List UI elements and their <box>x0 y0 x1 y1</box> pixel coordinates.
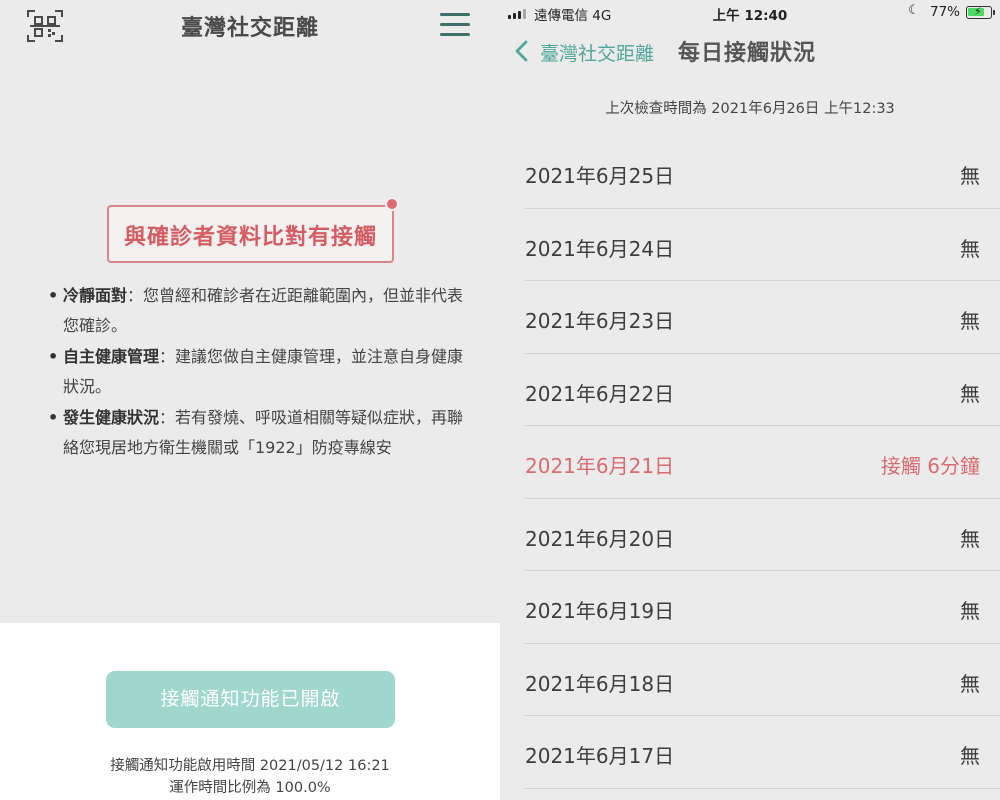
day-date: 2021年6月23日 <box>525 309 675 333</box>
notification-panel: 接觸通知功能已開啟 接觸通知功能啟用時間 2021/05/12 16:21 運作… <box>0 623 500 800</box>
day-status: 無 <box>960 599 980 623</box>
clock: 上午 12:40 <box>712 8 788 24</box>
alert-dot-icon <box>385 197 399 211</box>
list-item[interactable]: 2021年6月25日 無 <box>500 136 1000 209</box>
daily-contact-list: 2021年6月25日無 2021年6月24日無 2021年6月23日無 2021年6月… <box>500 136 1000 789</box>
status-bar: 遠傳電信 4G 上午 12:40 ☾ 77% ⚡ <box>500 0 1000 28</box>
chevron-left-icon <box>515 40 528 62</box>
list-item[interactable]: 2021年6月17日 無 <box>500 716 1000 789</box>
day-status: 接觸 6分鐘 <box>880 454 980 478</box>
last-check-time: 上次檢查時間為 2021年6月26日 上午12:33 <box>605 101 895 117</box>
list-item[interactable]: 2021年6月23日 無 <box>500 281 1000 354</box>
home-screen: 臺灣社交距離 與確診者資料比對有接觸 • 冷靜面對：您曾經和確診者在近距離範圍內… <box>0 0 500 800</box>
tip-title: 冷靜面對 <box>63 286 128 305</box>
list-item[interactable]: 2021年6月18日 無 <box>500 644 1000 716</box>
tip-symptoms: • 發生健康狀況：若有發燒、呼吸道相關等疑似症狀，再聯絡您現居地方衛生機關或「1… <box>48 408 464 457</box>
day-date: 2021年6月20日 <box>525 526 675 551</box>
list-item[interactable]: 2021年6月22日 無 <box>500 354 1000 426</box>
page-title: 每日接觸狀況 <box>678 41 817 66</box>
day-status: 無 <box>960 526 980 551</box>
day-date: 2021年6月17日 <box>525 744 675 768</box>
day-status: 無 <box>960 236 980 261</box>
contact-alert-text: 與確診者資料比對有接觸 <box>123 225 377 250</box>
tip-calm: • 冷靜面對：您曾經和確診者在近距離範圍內，但並非代表您確診。 <box>48 286 464 335</box>
app-title: 臺灣社交距離 <box>180 16 319 41</box>
day-date: 2021年6月22日 <box>525 381 675 406</box>
battery-percent: 77% <box>930 4 961 20</box>
back-label: 臺灣社交距離 <box>540 43 655 65</box>
day-date: 2021年6月25日 <box>525 164 675 188</box>
list-item[interactable]: 2021年6月19日 無 <box>500 571 1000 644</box>
list-item[interactable]: 2021年6月21日 接觸 6分鐘 <box>500 426 1000 499</box>
tip-title: 發生健康狀況 <box>63 408 160 427</box>
day-date: 2021年6月24日 <box>525 236 675 261</box>
qr-code-icon[interactable] <box>26 8 64 44</box>
day-status: 無 <box>960 164 980 188</box>
divider <box>525 787 1000 789</box>
charging-bolt-icon: ⚡ <box>974 5 982 18</box>
contact-alert-badge: 與確診者資料比對有接觸 <box>107 205 394 263</box>
day-date: 2021年6月21日 <box>525 454 675 478</box>
run-ratio-text: 運作時間比例為 100.0% <box>169 780 331 796</box>
tip-self-health: • 自主健康管理：建議您做自主健康管理，並注意自身健康狀況。 <box>48 347 464 396</box>
day-status: 無 <box>960 381 980 406</box>
daily-contact-screen: 遠傳電信 4G 上午 12:40 ☾ 77% ⚡ 臺灣社交距離 每日接觸狀況 上… <box>500 0 1000 800</box>
battery-icon: ⚡ <box>966 5 992 19</box>
app-header: 臺灣社交距離 <box>0 0 500 52</box>
day-date: 2021年6月18日 <box>525 671 675 696</box>
do-not-disturb-moon-icon: ☾ <box>908 3 920 18</box>
day-status: 無 <box>960 309 980 333</box>
navigation-bar: 臺灣社交距離 每日接觸狀況 <box>500 30 1000 74</box>
list-item[interactable]: 2021年6月20日 無 <box>500 499 1000 571</box>
day-status: 無 <box>960 744 980 768</box>
day-status: 無 <box>960 671 980 696</box>
exposure-notification-button[interactable]: 接觸通知功能已開啟 <box>106 671 395 728</box>
hamburger-menu-icon[interactable] <box>438 10 472 40</box>
list-item[interactable]: 2021年6月24日 無 <box>500 209 1000 281</box>
tip-title: 自主健康管理 <box>63 347 160 366</box>
enable-time-text: 接觸通知功能啟用時間 2021/05/12 16:21 <box>110 758 390 774</box>
day-date: 2021年6月19日 <box>525 599 675 623</box>
